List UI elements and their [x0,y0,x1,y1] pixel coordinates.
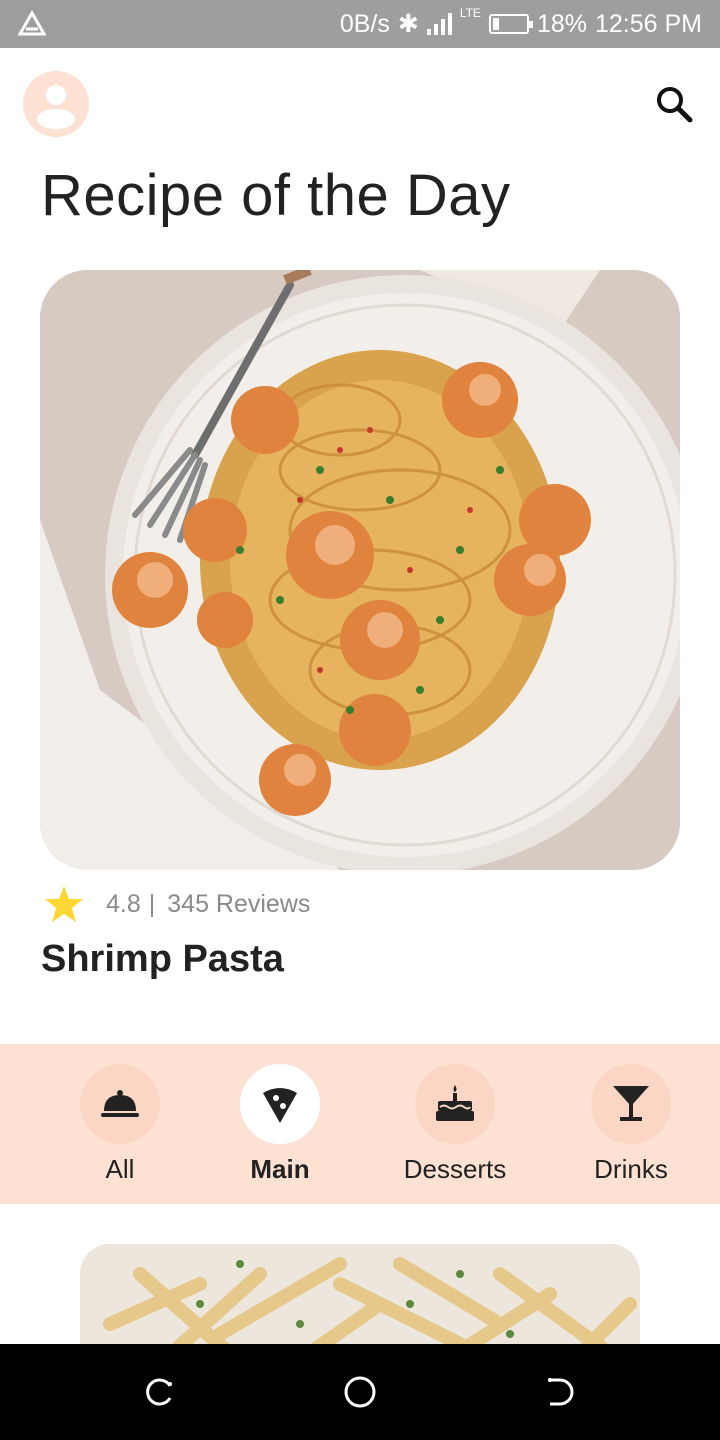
cake-icon [436,1085,474,1121]
pizza-slice-icon [263,1088,297,1123]
category-label: All [105,1154,135,1184]
recent-apps-icon[interactable] [140,1372,180,1412]
profile-avatar[interactable] [23,71,89,137]
star-icon [45,886,83,922]
app-notification-icon [18,10,46,36]
battery-percent: 18% [536,9,587,38]
status-bar: 0B/s ✱ LTE 18% 12:56 PM [0,0,720,48]
category-drinks[interactable]: Drinks [571,1064,691,1185]
clock: 12:56 PM [594,9,702,38]
rating-row: 4.8 | 345 Reviews [44,884,310,924]
review-count[interactable]: 345 Reviews [167,890,310,919]
page-title: Recipe of the Day [41,163,511,228]
cocktail-icon [613,1086,649,1121]
featured-recipe-image[interactable] [40,270,680,870]
network-speed: 0B/s [339,9,390,38]
category-main[interactable]: Main [220,1064,340,1185]
recipe-name[interactable]: Shrimp Pasta [41,938,284,981]
battery-icon [488,14,533,34]
cloche-icon [101,1090,139,1117]
system-nav-bar [0,1344,720,1440]
rating-value: 4.8 [106,889,141,918]
user-icon [37,85,75,129]
back-icon[interactable] [540,1372,580,1412]
search-icon[interactable] [654,84,694,124]
network-type: LTE [459,6,481,20]
category-desserts[interactable]: Desserts [395,1064,515,1185]
bluetooth-icon: ✱ [397,10,419,38]
category-label: Main [250,1154,310,1184]
rating-separator: | [148,889,156,918]
home-icon[interactable] [340,1372,380,1412]
category-label: Desserts [403,1154,507,1184]
signal-icon [426,13,452,35]
category-label: Drinks [594,1154,668,1184]
category-bar: All Main Desserts Drinks [0,1044,720,1204]
category-all[interactable]: All [60,1064,180,1185]
